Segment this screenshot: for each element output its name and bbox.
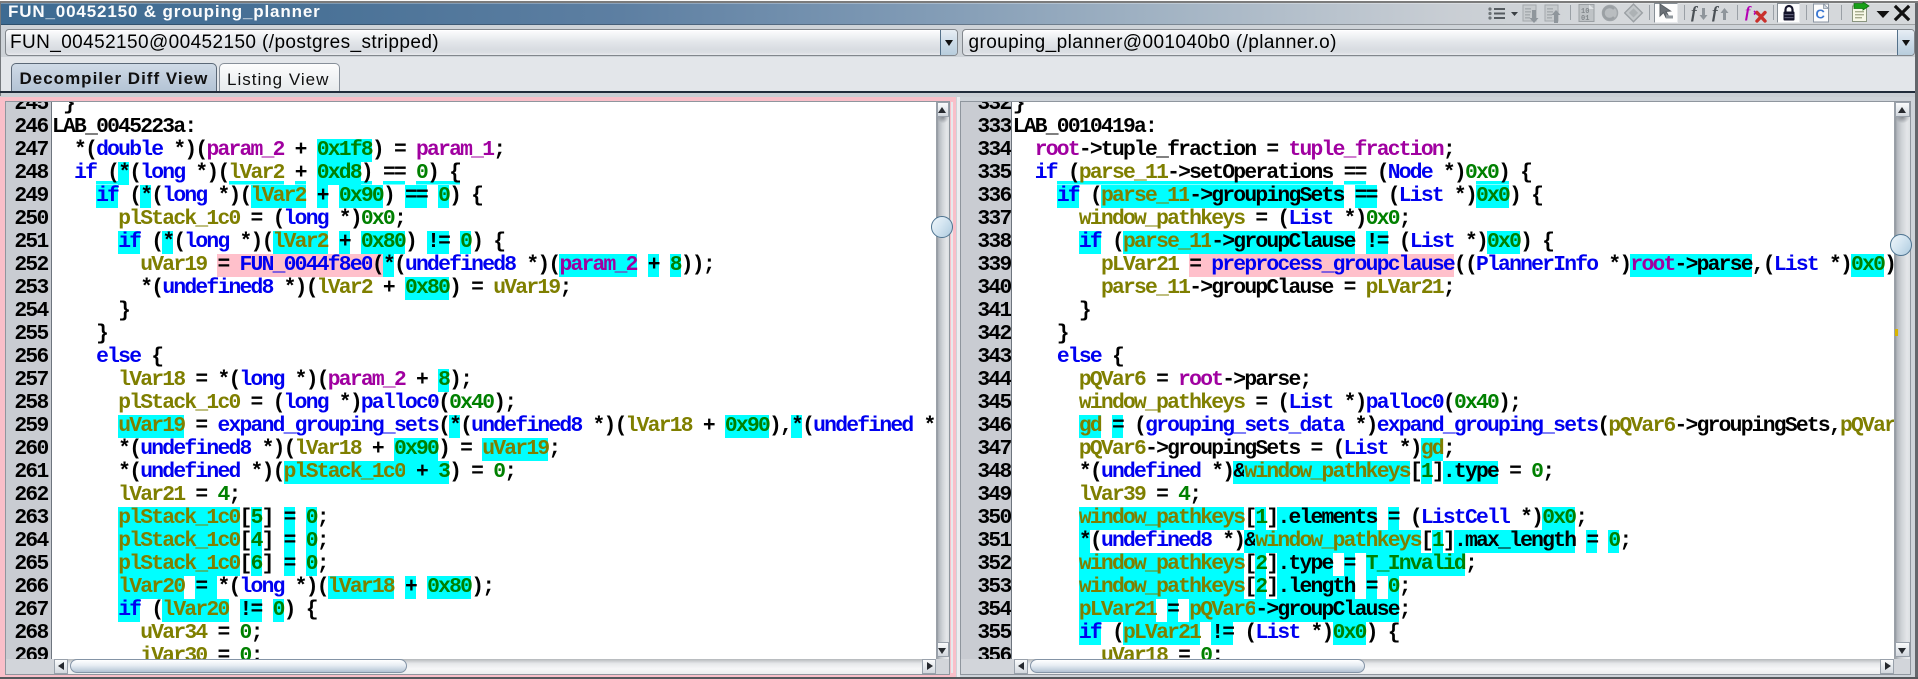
svg-text:01: 01 (1581, 15, 1589, 23)
svg-text:f: f (1691, 3, 1699, 22)
svg-text:C: C (1816, 6, 1826, 21)
svg-text:f: f (1745, 4, 1752, 21)
svg-text:f: f (1712, 3, 1720, 22)
